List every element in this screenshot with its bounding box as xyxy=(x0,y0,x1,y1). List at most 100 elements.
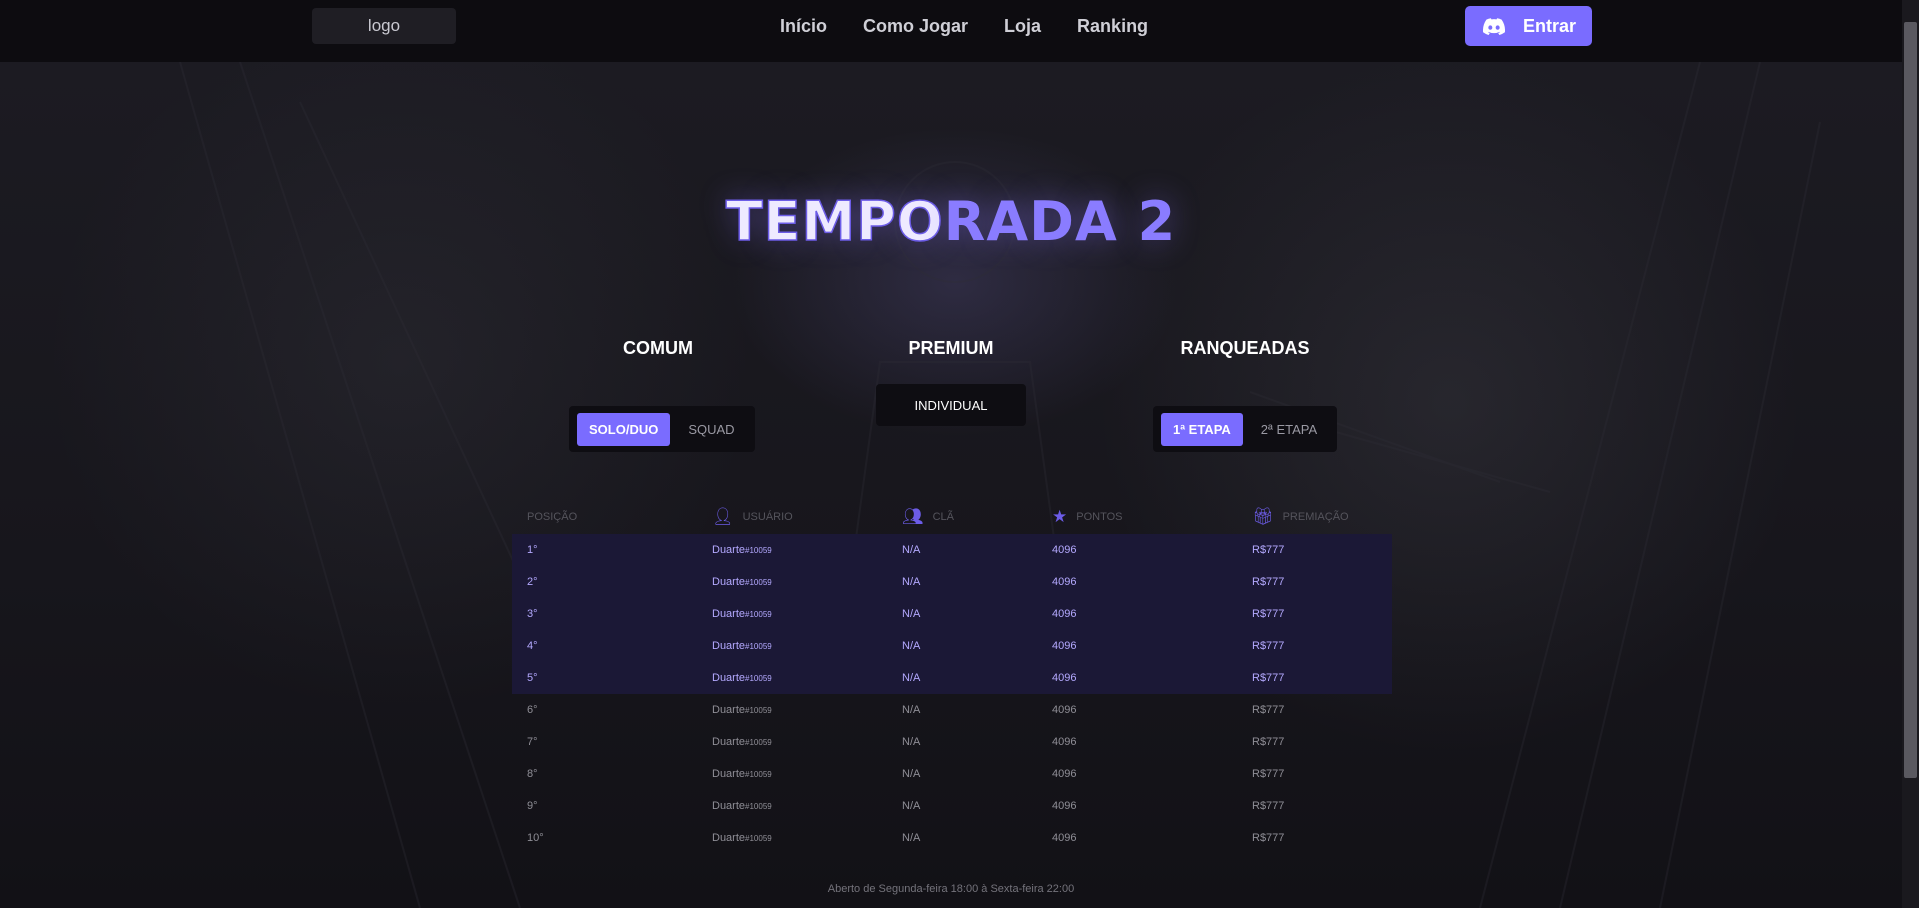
category-comum-label: COMUM xyxy=(623,338,693,358)
header-usuario: 👤︎ USUÁRIO xyxy=(712,507,902,527)
points-cell: 4096 xyxy=(1052,544,1077,556)
header-cla-label: CLÃ xyxy=(932,511,954,523)
ranqueadas-stage-selector: 1ª ETAPA 2ª ETAPA xyxy=(1153,406,1338,452)
prize-cell: R$777 xyxy=(1252,576,1285,588)
gift-icon: 🎁︎ xyxy=(1252,507,1274,526)
table-row: 8° Duarte#10059 N/A 4096 R$777 xyxy=(512,758,1392,790)
clan-cell: N/A xyxy=(902,736,921,748)
schedule-note: Aberto de Segunda-feira 18:00 à Sexta-fe… xyxy=(827,883,1075,895)
tab-solo-duo[interactable]: SOLO/DUO xyxy=(577,412,671,446)
ranking-table: POSIÇÃO 👤︎ USUÁRIO 👥︎ CLÃ ★ PONTOS 🎁︎ PREMIA… xyxy=(512,500,1392,854)
table-row: 3° Duarte#10059 N/A 4096 R$777 xyxy=(512,598,1392,630)
prize-cell: R$777 xyxy=(1252,768,1285,780)
tab-etapa-2[interactable]: 2ª ETAPA xyxy=(1249,413,1329,446)
table-row: 7° Duarte#10059 N/A 4096 R$777 xyxy=(512,726,1392,758)
user-tag: #10059 xyxy=(745,770,772,779)
table-row: 1° Duarte#10059 N/A 4096 R$777 xyxy=(512,534,1392,566)
header-pontos-label: PONTOS xyxy=(1076,511,1123,523)
table-row: 6° Duarte#10059 N/A 4096 R$777 xyxy=(512,694,1392,726)
user-tag: #10059 xyxy=(745,642,772,651)
prize-cell: R$777 xyxy=(1252,672,1285,684)
points-cell: 4096 xyxy=(1052,608,1077,620)
username: Duarte xyxy=(712,672,746,684)
rank-cell: 6° xyxy=(527,704,538,716)
season-title-part1: TEMPO xyxy=(725,189,944,254)
user-cell: Duarte#10059 xyxy=(712,832,902,844)
rank-cell: 4° xyxy=(527,640,538,652)
table-row: 9° Duarte#10059 N/A 4096 R$777 xyxy=(512,790,1392,822)
rank-cell: 7° xyxy=(527,736,538,748)
rank-cell: 9° xyxy=(527,800,538,812)
username: Duarte xyxy=(712,704,746,716)
star-icon: ★ xyxy=(1052,507,1068,526)
comum-mode-selector: SOLO/DUO SQUAD xyxy=(569,406,755,452)
table-row: 4° Duarte#10059 N/A 4096 R$777 xyxy=(512,630,1392,662)
points-cell: 4096 xyxy=(1052,640,1077,652)
username: Duarte xyxy=(712,736,746,748)
points-cell: 4096 xyxy=(1052,768,1077,780)
header-posicao: POSIÇÃO xyxy=(527,511,578,523)
nav-loja[interactable]: Loja xyxy=(1004,16,1041,37)
prize-cell: R$777 xyxy=(1252,544,1285,556)
clan-cell: N/A xyxy=(902,704,921,716)
user-tag: #10059 xyxy=(745,802,772,811)
nav-como-jogar[interactable]: Como Jogar xyxy=(863,16,968,37)
user-cell: Duarte#10059 xyxy=(712,736,902,748)
rank-cell: 1° xyxy=(527,544,538,556)
table-row: 5° Duarte#10059 N/A 4096 R$777 xyxy=(512,662,1392,694)
rank-cell: 2° xyxy=(527,576,538,588)
username: Duarte xyxy=(712,608,746,620)
user-cell: Duarte#10059 xyxy=(712,640,902,652)
discord-icon xyxy=(1483,17,1505,35)
username: Duarte xyxy=(712,576,746,588)
prize-cell: R$777 xyxy=(1252,800,1285,812)
tab-etapa-1[interactable]: 1ª ETAPA xyxy=(1161,412,1243,446)
login-label: Entrar xyxy=(1523,15,1577,36)
scrollbar-thumb[interactable] xyxy=(1904,22,1917,778)
user-cell: Duarte#10059 xyxy=(712,800,902,812)
user-cell: Duarte#10059 xyxy=(712,672,902,684)
prize-cell: R$777 xyxy=(1252,640,1285,652)
clan-cell: N/A xyxy=(902,832,921,844)
user-tag: #10059 xyxy=(745,834,772,843)
header-cla: 👥︎ CLÃ xyxy=(902,507,1052,527)
user-cell: Duarte#10059 xyxy=(712,704,902,716)
header-premiacao: 🎁︎ PREMIAÇÃO xyxy=(1252,507,1392,527)
rank-cell: 5° xyxy=(527,672,538,684)
clan-cell: N/A xyxy=(902,544,921,556)
top-navigation: logo Início Como Jogar Loja Ranking Entr… xyxy=(0,0,1902,62)
username: Duarte xyxy=(712,768,746,780)
rank-cell: 3° xyxy=(527,608,538,620)
tab-squad[interactable]: SQUAD xyxy=(676,413,746,446)
clan-cell: N/A xyxy=(902,768,921,780)
site-logo[interactable]: logo xyxy=(312,8,456,44)
nav-inicio[interactable]: Início xyxy=(780,16,827,37)
scrollbar[interactable] xyxy=(1902,0,1919,908)
clan-cell: N/A xyxy=(902,800,921,812)
prize-cell: R$777 xyxy=(1252,704,1285,716)
user-cell: Duarte#10059 xyxy=(712,544,902,556)
nav-ranking[interactable]: Ranking xyxy=(1077,16,1148,37)
user-tag: #10059 xyxy=(745,546,772,555)
user-cell: Duarte#10059 xyxy=(712,768,902,780)
user-tag: #10059 xyxy=(745,674,772,683)
table-header: POSIÇÃO 👤︎ USUÁRIO 👥︎ CLÃ ★ PONTOS 🎁︎ PREMIA… xyxy=(512,500,1392,534)
season-title-part2: RADA 2 xyxy=(943,190,1177,253)
prize-cell: R$777 xyxy=(1252,736,1285,748)
user-tag: #10059 xyxy=(745,578,772,587)
points-cell: 4096 xyxy=(1052,576,1077,588)
category-ranqueadas-label: RANQUEADAS xyxy=(1180,338,1310,358)
tab-individual[interactable]: INDIVIDUAL xyxy=(876,384,1026,426)
header-usuario-label: USUÁRIO xyxy=(742,511,793,523)
clan-cell: N/A xyxy=(902,608,921,620)
user-icon: 👤︎ xyxy=(712,507,734,526)
clan-cell: N/A xyxy=(902,576,921,588)
user-cell: Duarte#10059 xyxy=(712,608,902,620)
points-cell: 4096 xyxy=(1052,832,1077,844)
prize-cell: R$777 xyxy=(1252,832,1285,844)
points-cell: 4096 xyxy=(1052,736,1077,748)
points-cell: 4096 xyxy=(1052,672,1077,684)
discord-login-button[interactable]: Entrar xyxy=(1465,6,1592,46)
table-row: 10° Duarte#10059 N/A 4096 R$777 xyxy=(512,822,1392,854)
rank-cell: 8° xyxy=(527,768,538,780)
